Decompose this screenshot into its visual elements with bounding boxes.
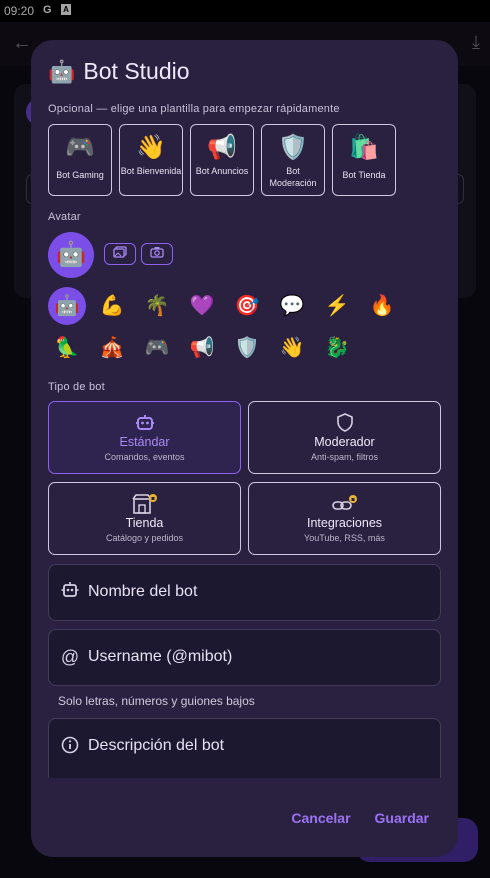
bot-type-title: Moderador — [314, 435, 375, 449]
description-field[interactable]: Descripción del bot — [48, 718, 441, 778]
template-label: Bot Bienvenida — [120, 166, 182, 176]
robot-icon — [60, 582, 80, 602]
wave-icon: 👋 — [136, 134, 166, 161]
shopping-bag-icon: 🛍️ — [349, 134, 379, 161]
emoji-option-bolt[interactable]: ⚡ — [318, 287, 356, 325]
bot-type-moderador[interactable]: Moderador Anti-spam, filtros — [248, 401, 441, 474]
emoji-option-parrot[interactable]: 🦜 — [48, 329, 86, 367]
save-button[interactable]: Guardar — [375, 810, 429, 826]
username-placeholder: Username (@mibot) — [88, 648, 233, 665]
bot-type-title: Integraciones — [306, 516, 383, 530]
template-anuncios[interactable]: 📢 Bot Anuncios — [190, 124, 254, 196]
cancel-button[interactable]: Cancelar — [291, 810, 350, 826]
bot-type-subtitle: YouTube, RSS, más — [304, 533, 385, 543]
bot-type-tienda[interactable]: Tienda Catálogo y pedidos — [48, 482, 241, 555]
bot-name-field[interactable]: Nombre del bot — [48, 564, 441, 621]
bot-name-placeholder: Nombre del bot — [88, 583, 198, 600]
template-list: 🎮 Bot Gaming 👋 Bot Bienvenida 📢 Bot Anun… — [48, 124, 396, 196]
emoji-option-wave[interactable]: 👋 — [273, 329, 311, 367]
emoji-option-robot[interactable]: 🤖 — [48, 287, 86, 325]
bot-type-subtitle: Comandos, eventos — [104, 452, 185, 462]
template-bienvenida[interactable]: 👋 Bot Bienvenida — [119, 124, 183, 196]
info-icon — [60, 736, 80, 756]
at-sign-icon: @ — [60, 647, 80, 667]
description-placeholder: Descripción del bot — [88, 737, 225, 754]
bot-type-title: Tienda — [125, 516, 164, 530]
robot-icon — [49, 411, 240, 433]
avatar-label: Avatar — [48, 211, 81, 223]
emoji-option-heart[interactable]: 💜 — [183, 287, 221, 325]
dialog-title-text: Bot Studio — [83, 58, 190, 84]
link-icon — [249, 492, 440, 514]
emoji-option-palm[interactable]: 🌴 — [138, 287, 176, 325]
template-hint: Opcional — elige una plantilla para empe… — [48, 103, 340, 115]
gamepad-icon: 🎮 — [65, 134, 95, 161]
emoji-option-dragon[interactable]: 🐉 — [318, 329, 356, 367]
template-gaming[interactable]: 🎮 Bot Gaming — [48, 124, 112, 196]
template-label: Bot Gaming — [56, 170, 104, 180]
bot-studio-dialog: 🤖 Bot Studio Opcional — elige una planti… — [31, 40, 458, 857]
bot-type-subtitle: Anti-spam, filtros — [310, 452, 379, 462]
emoji-option-muscle[interactable]: 💪 — [93, 287, 131, 325]
gallery-icon[interactable] — [104, 243, 136, 265]
username-helper: Solo letras, números y guiones bajos — [58, 694, 255, 708]
emoji-option-target[interactable]: 🎯 — [228, 287, 266, 325]
emoji-option-fire[interactable]: 🔥 — [363, 287, 401, 325]
dialog-title: 🤖 Bot Studio — [48, 58, 190, 85]
bot-type-subtitle: Catálogo y pedidos — [105, 533, 184, 543]
robot-emoji-icon: 🤖 — [48, 58, 76, 84]
bot-type-label: Tipo de bot — [48, 381, 105, 393]
bot-type-integraciones[interactable]: Integraciones YouTube, RSS, más — [248, 482, 441, 555]
template-label: Bot Moderación — [269, 166, 317, 188]
bot-type-title: Estándar — [119, 435, 170, 449]
template-tienda[interactable]: 🛍️ Bot Tienda — [332, 124, 396, 196]
shield-icon: 🛡️ — [278, 134, 308, 161]
megaphone-icon: 📢 — [207, 134, 237, 161]
bot-type-estandar[interactable]: Estándar Comandos, eventos — [48, 401, 241, 474]
username-field[interactable]: @ Username (@mibot) — [48, 629, 441, 686]
store-icon — [49, 492, 240, 514]
template-label: Bot Anuncios — [195, 166, 249, 176]
camera-icon[interactable] — [141, 243, 173, 265]
emoji-option-speech[interactable]: 💬 — [273, 287, 311, 325]
avatar-preview[interactable]: 🤖 — [48, 232, 94, 278]
template-label: Bot Tienda — [342, 170, 386, 180]
emoji-option-circus[interactable]: 🎪 — [93, 329, 131, 367]
template-moderacion[interactable]: 🛡️ Bot Moderación — [261, 124, 325, 196]
emoji-option-megaphone[interactable]: 📢 — [183, 329, 221, 367]
shield-icon — [249, 411, 440, 433]
emoji-option-gamepad[interactable]: 🎮 — [138, 329, 176, 367]
emoji-option-shield[interactable]: 🛡️ — [228, 329, 266, 367]
dialog-actions: Cancelar Guardar — [291, 810, 429, 826]
